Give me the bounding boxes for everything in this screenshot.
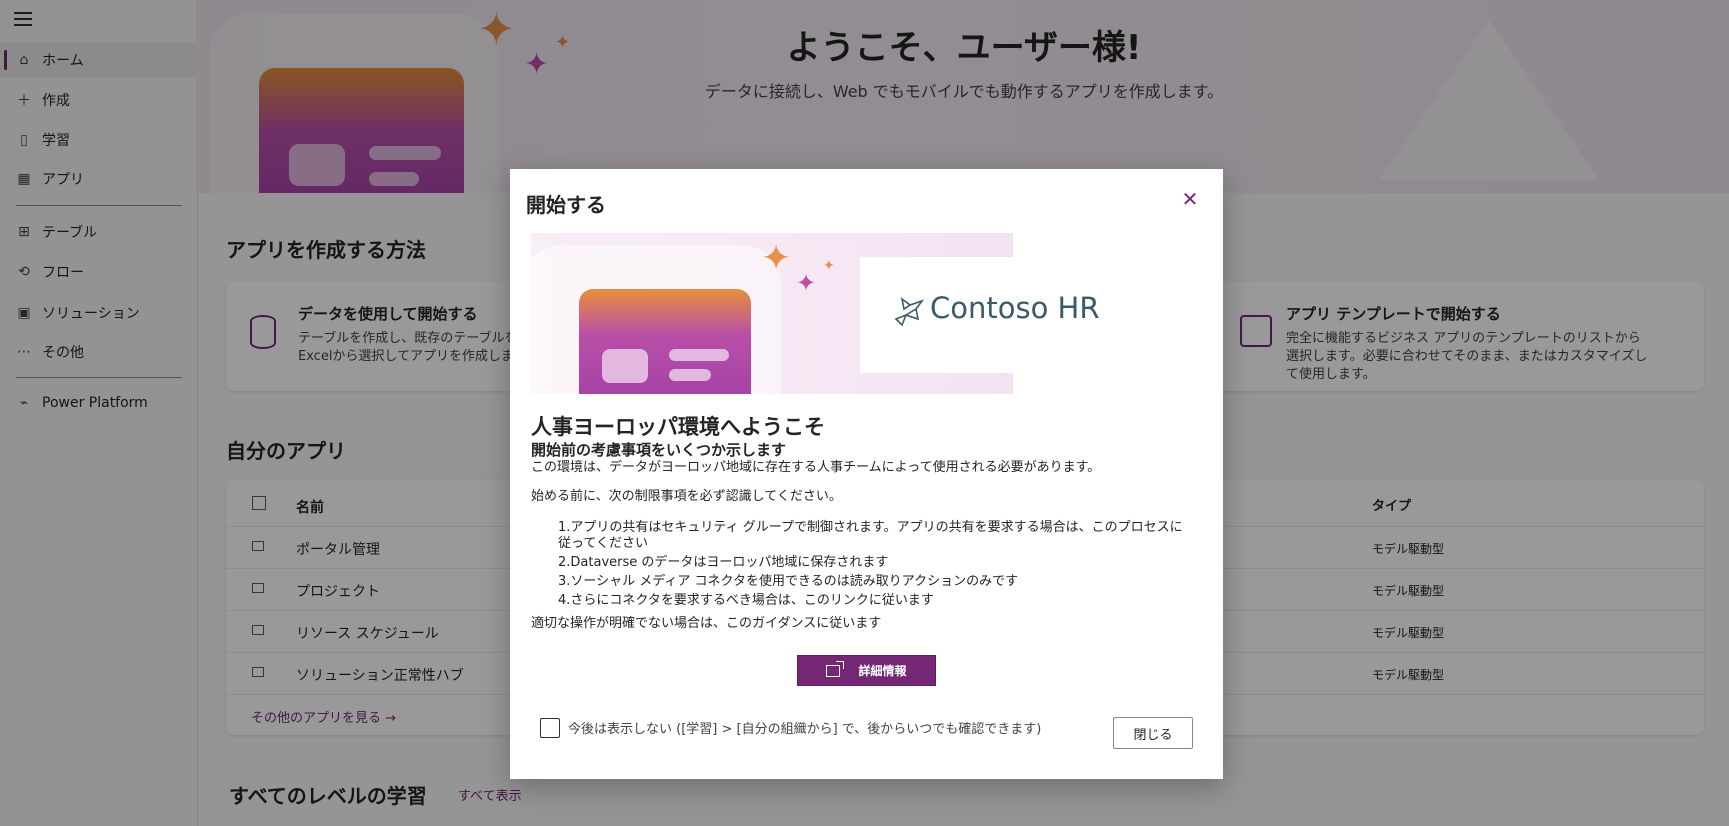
getting-started-dialog: 開始する ✕ ✦ ✦ ✦ Contoso HR 人事ヨーロッパ環境へようこそ 開…: [510, 169, 1223, 779]
restrictions-list: 1.アプリの共有はセキュリティ グループで制御されます。アプリの共有を要求する場…: [558, 518, 1198, 610]
sparkle-icon: ✦: [761, 238, 792, 279]
contoso-logo: Contoso HR: [860, 257, 1120, 373]
close-icon[interactable]: ✕: [1180, 189, 1200, 209]
more-info-label: 詳細情報: [858, 664, 907, 678]
dont-show-again-label[interactable]: 今後は表示しない ([学習] > [自分の組織から] で、後からいつでも確認でき…: [568, 718, 1041, 737]
banner-card-illustration: [579, 289, 751, 394]
list-item: 3.ソーシャル メディア コネクタを使用できるのは読み取りアクションのみです: [558, 574, 1019, 589]
contoso-logo-text: Contoso HR: [930, 291, 1100, 325]
dialog-before-text: 始める前に、次の制限事項を必ず認識してください。: [531, 489, 842, 504]
open-external-icon: [826, 660, 845, 677]
dialog-heading: 人事ヨーロッパ環境へようこそ: [531, 415, 825, 439]
list-item: 2.Dataverse のデータはヨーロッパ地域に保存されます: [558, 555, 889, 570]
dialog-intro: この環境は、データがヨーロッパ地域に存在する人事チームによって使用される必要があ…: [531, 460, 1101, 475]
dialog-guidance: 適切な操作が明確でない場合は、このガイダンスに従います: [531, 616, 882, 631]
sparkle-icon: ✦: [796, 269, 817, 297]
dialog-title: 開始する: [526, 193, 606, 217]
close-button[interactable]: 閉じる: [1113, 717, 1193, 749]
contoso-logo-icon: [894, 297, 925, 327]
dont-show-again-checkbox[interactable]: [540, 718, 560, 738]
sparkle-icon: ✦: [823, 258, 835, 274]
dialog-subheading: 開始前の考慮事項をいくつか示します: [531, 441, 787, 459]
list-item: 1.アプリの共有はセキュリティ グループで制御されます。アプリの共有を要求する場…: [558, 520, 1183, 535]
more-info-button[interactable]: 詳細情報: [797, 655, 936, 686]
list-item: 4.さらにコネクタを要求するべき場合は、このリンクに従います: [558, 593, 934, 608]
